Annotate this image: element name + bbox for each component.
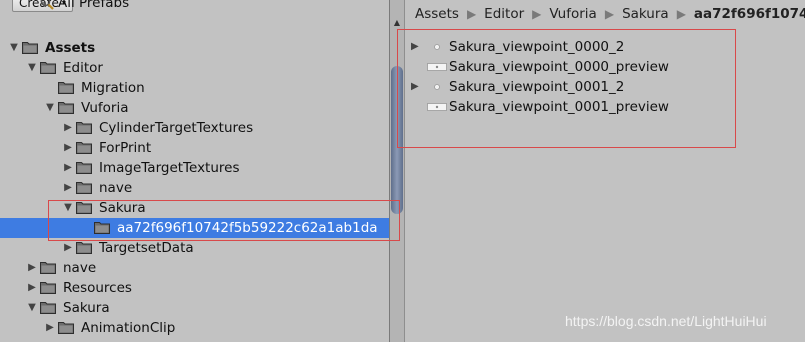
folder-icon [94, 222, 110, 234]
tree-item[interactable]: ▼ Assets [0, 38, 389, 58]
watermark-text: https://blog.csdn.net/LightHuiHui [565, 313, 767, 329]
expanded-arrow-icon[interactable]: ▼ [62, 198, 74, 218]
folder-icon [76, 242, 92, 254]
collapsed-arrow-icon[interactable]: ▶ [411, 37, 421, 57]
texture-preview-icon [427, 103, 447, 111]
tree-item[interactable]: ▶ CylinderTargetTextures [0, 118, 389, 138]
folder-icon [58, 322, 74, 334]
tree-item-label: nave [99, 180, 133, 196]
expanded-arrow-icon[interactable]: ▼ [44, 98, 56, 118]
collapsed-arrow-icon[interactable]: ▶ [62, 178, 74, 198]
asset-item-label: Sakura_viewpoint_0000_2 [449, 39, 625, 55]
tree-item[interactable]: ▶ TargetsetData [0, 238, 389, 258]
tree-item[interactable]: ▶ ForPrint [0, 138, 389, 158]
collapsed-arrow-icon[interactable]: ▶ [26, 278, 38, 298]
mesh-asset-icon [434, 84, 440, 90]
search-icon [40, 0, 54, 10]
tree-item[interactable]: ▶ AnimationClip [0, 318, 389, 338]
texture-preview-icon [427, 63, 447, 71]
asset-list-panel: Assets ▶ Editor ▶ Vuforia ▶ Sakura ▶ aa72f696f10… [405, 0, 805, 342]
breadcrumb-item[interactable]: Editor [484, 6, 524, 22]
tree-item-label: Sakura [99, 200, 146, 216]
asset-item[interactable]: ▶ Sakura_viewpoint_0000_2 [405, 37, 805, 57]
scroll-up-arrow-icon[interactable]: ▲ [390, 18, 404, 28]
scroll-thumb[interactable] [391, 66, 403, 214]
expanded-arrow-icon[interactable]: ▼ [8, 38, 20, 58]
tree-item[interactable]: ▼ Sakura [0, 298, 389, 318]
tree-item-label: Migration [81, 80, 145, 96]
asset-item[interactable]: ▶ Sakura_viewpoint_0001_2 [405, 77, 805, 97]
favorites-item-label: All Prefabs [58, 0, 130, 11]
collapsed-arrow-icon[interactable]: ▶ [44, 318, 56, 338]
tree-item-label: Resources [63, 280, 132, 296]
tree-item[interactable]: ▼ Vuforia [0, 98, 389, 118]
folder-icon [40, 262, 56, 274]
breadcrumb-item[interactable]: Vuforia [549, 6, 596, 22]
expanded-arrow-icon[interactable]: ▼ [26, 58, 38, 78]
mesh-asset-icon [434, 44, 440, 50]
tree-item[interactable]: ▶ nave [0, 258, 389, 278]
folder-icon [58, 102, 74, 114]
tree-item-label: Editor [63, 60, 103, 76]
folder-icon [58, 82, 74, 94]
tree-item[interactable]: ▶ ImageTargetTextures [0, 158, 389, 178]
tree-item-label: ImageTargetTextures [99, 160, 240, 176]
tree-item[interactable]: ▶ Resources [0, 278, 389, 298]
folder-icon [40, 62, 56, 74]
tree-item-label: CylinderTargetTextures [99, 120, 254, 136]
collapsed-arrow-icon[interactable]: ▶ [26, 258, 38, 278]
folder-icon [22, 42, 38, 54]
breadcrumb: Assets ▶ Editor ▶ Vuforia ▶ Sakura ▶ aa72f696f10… [405, 0, 805, 38]
tree-item-label: aa72f696f10742f5b59222c62a1ab1da [117, 220, 378, 236]
breadcrumb-item[interactable]: Assets [415, 6, 459, 22]
expanded-arrow-icon[interactable]: ▼ [26, 298, 38, 318]
folder-icon [76, 182, 92, 194]
project-tree-panel: Create ▾ All Prefabs ▼ Assets ▼ Editor Migrat… [0, 0, 389, 342]
tree-item[interactable]: ▶ nave [0, 178, 389, 198]
breadcrumb-item[interactable]: Sakura [622, 6, 669, 22]
tree-item[interactable]: ▼ Sakura [0, 198, 389, 218]
tree-item-label: Assets [45, 40, 96, 56]
collapsed-arrow-icon[interactable]: ▶ [411, 77, 421, 97]
folder-icon [76, 142, 92, 154]
asset-item-label: Sakura_viewpoint_0000_preview [449, 59, 669, 75]
collapsed-arrow-icon[interactable]: ▶ [62, 158, 74, 178]
tree-item-label: ForPrint [99, 140, 152, 156]
breadcrumb-item[interactable]: aa72f696f10742f5b59222c62a1ab1da [694, 6, 805, 22]
breadcrumb-separator-icon: ▶ [466, 7, 477, 21]
collapsed-arrow-icon[interactable]: ▶ [62, 118, 74, 138]
breadcrumb-separator-icon: ▶ [532, 7, 542, 21]
project-toolbar: Create ▾ All Prefabs [0, 0, 389, 20]
breadcrumb-separator-icon: ▶ [676, 7, 686, 21]
tree-item[interactable]: aa72f696f10742f5b59222c62a1ab1da [0, 218, 389, 238]
collapsed-arrow-icon[interactable]: ▶ [62, 138, 74, 158]
asset-item[interactable]: Sakura_viewpoint_0001_preview [405, 97, 805, 117]
tree-item-label: nave [63, 260, 97, 276]
folder-icon [76, 202, 92, 214]
tree-item-label: Sakura [63, 300, 110, 316]
tree-item[interactable]: ▼ Editor [0, 58, 389, 78]
tree-scrollbar[interactable]: ▲ [390, 0, 405, 342]
collapsed-arrow-icon[interactable]: ▶ [62, 238, 74, 258]
breadcrumb-separator-icon: ▶ [604, 7, 615, 21]
folder-icon [40, 302, 56, 314]
tree-item[interactable]: Migration [0, 78, 389, 98]
folder-icon [76, 162, 92, 174]
tree-item-label: Vuforia [81, 100, 129, 116]
tree-item-label: TargetsetData [99, 240, 194, 256]
asset-item-label: Sakura_viewpoint_0001_2 [449, 79, 625, 95]
folder-icon [76, 122, 92, 134]
folder-icon [40, 282, 56, 294]
asset-item-label: Sakura_viewpoint_0001_preview [449, 99, 669, 115]
tree-item-label: AnimationClip [81, 320, 176, 336]
asset-item[interactable]: Sakura_viewpoint_0000_preview [405, 57, 805, 77]
favorites-item[interactable]: All Prefabs [40, 0, 129, 13]
